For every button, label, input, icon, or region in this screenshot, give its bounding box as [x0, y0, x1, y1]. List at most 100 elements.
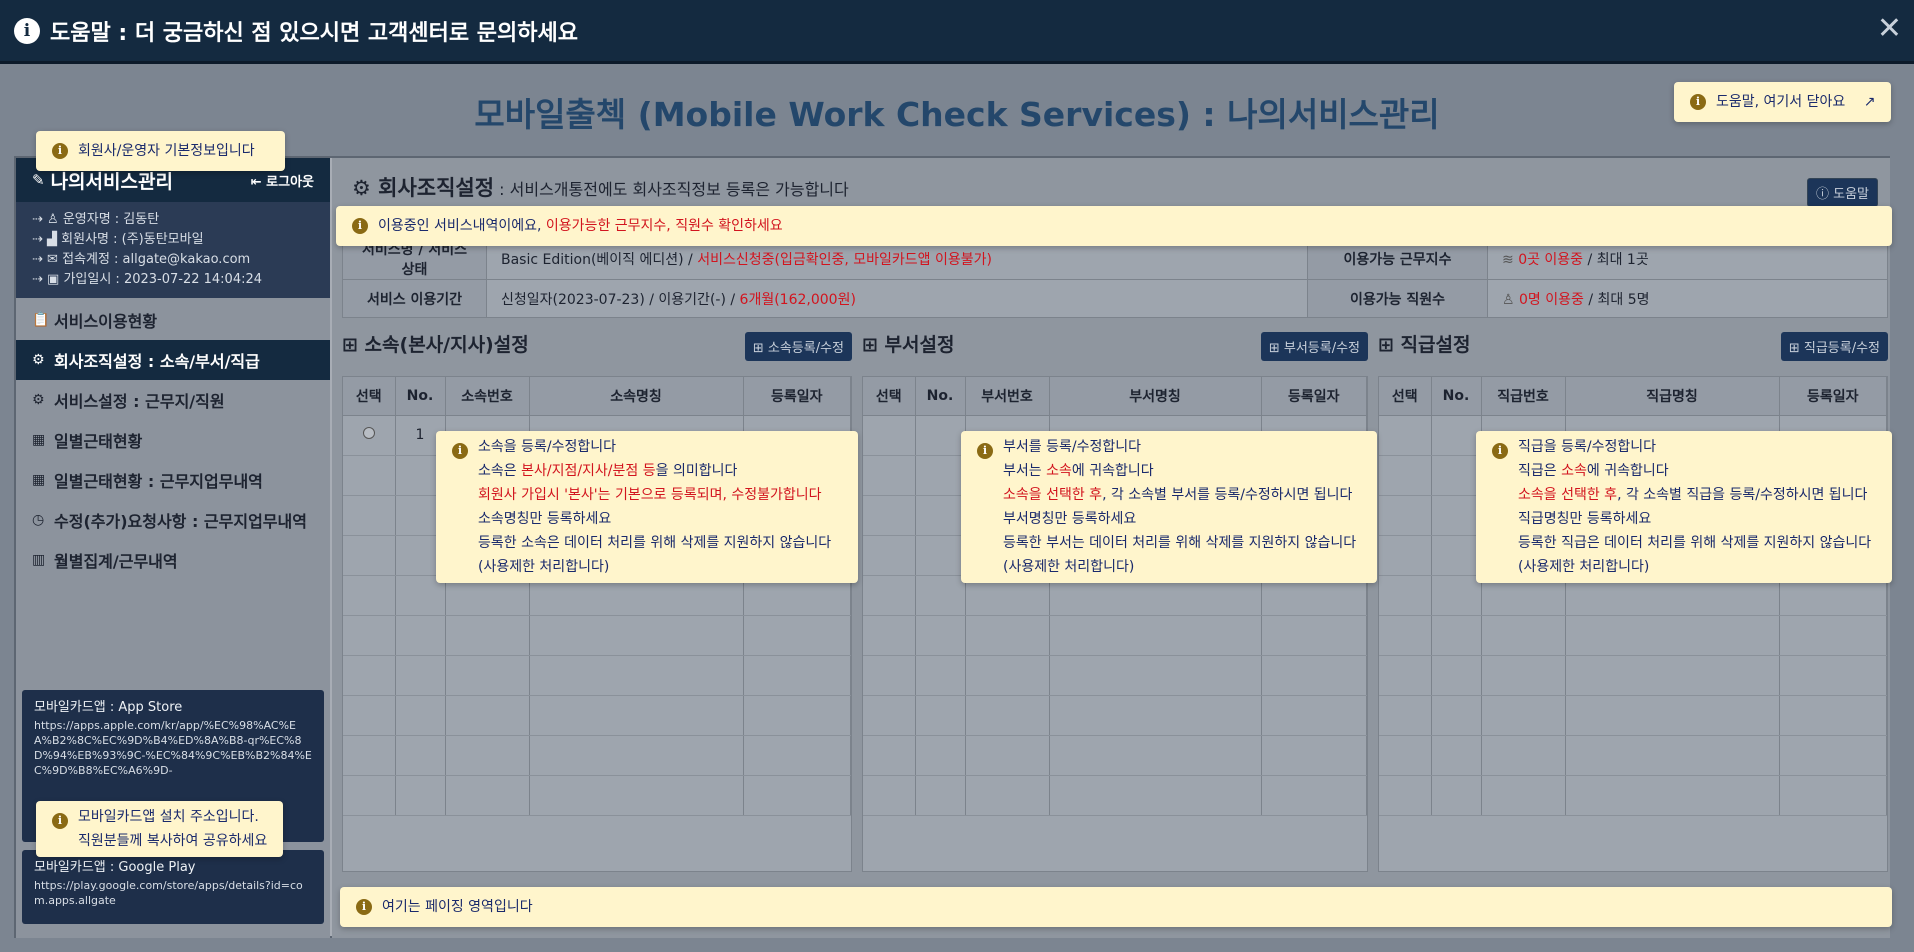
- affiliation-edit-button[interactable]: ⊞ 소속등록/수정: [744, 332, 852, 361]
- select-radio[interactable]: [362, 427, 375, 439]
- tip-text: 직급은: [1518, 463, 1562, 479]
- service-notice-tip: i 이용중인 서비스내역이에요, 이용가능한 근무지수, 직원수 확인하세요: [336, 206, 1892, 246]
- wifi-icon: ≋: [1502, 252, 1519, 268]
- logout-button[interactable]: ⇤ 로그아웃: [251, 171, 314, 190]
- tip-text: , 각 소속별 부서를 등록/수정하시면 됩니다: [1102, 487, 1353, 503]
- logout-label: 로그아웃: [266, 174, 314, 190]
- col-select[interactable]: 선택: [1379, 377, 1432, 416]
- position-tip: i 직급을 등록/수정합니다 직급은 소속에 귀속합니다 소속을 선택한 후, …: [1476, 431, 1892, 583]
- col-select[interactable]: 선택: [343, 377, 396, 416]
- googleplay-box[interactable]: 모바일카드앱 : Google Play https://play.google…: [22, 850, 324, 924]
- menu-org-settings[interactable]: ⚙ 회사조직설정 : 소속/부서/직급: [16, 340, 330, 380]
- tip-line: 등록한 소속은 데이터 처리를 위해 삭제를 지원하지 않습니다: [478, 535, 832, 551]
- company-name: ⇢ ▟ 회원사명 : (주)동탄모바일: [32, 230, 314, 250]
- tip-text: 을 의미합니다: [655, 463, 738, 479]
- col-number[interactable]: 부서번호: [965, 377, 1050, 416]
- menu-label: 서비스설정 : 근무지/직원: [54, 392, 225, 411]
- close-icon[interactable]: ✕: [1877, 14, 1902, 44]
- add-box-icon: ⊞: [862, 334, 885, 356]
- calendar-icon: ⇢ ▣: [32, 272, 64, 287]
- affiliation-title-text: 소속(본사/지사)설정: [364, 334, 529, 356]
- tip-text: , 각 소속별 직급을 등록/수정하시면 됩니다: [1617, 487, 1868, 503]
- staff-value: ♙ 0명 이용중 / 최대 5명: [1487, 279, 1888, 318]
- tip-text: 부서는: [1003, 463, 1047, 479]
- appstore-url[interactable]: https://apps.apple.com/kr/app/%EC%98%AC%…: [34, 718, 312, 778]
- menu-monthly-summary[interactable]: ▥ 월별집계/근무내역: [16, 540, 330, 580]
- row-select[interactable]: [343, 415, 396, 456]
- info-icon: i: [52, 143, 68, 159]
- external-link-icon: ↗: [1863, 94, 1876, 110]
- menu-label: 월별집계/근무내역: [54, 552, 178, 571]
- company-name-text: 회원사명 : (주)동탄모바일: [61, 232, 204, 247]
- clipboard-icon: 📋: [32, 312, 50, 328]
- menu-change-requests[interactable]: ◷ 수정(추가)요청사항 : 근무지업무내역: [16, 500, 330, 540]
- service-summary-table: 서비스명 / 서비스상태 Basic Edition(베이직 에디션) / 서비…: [342, 238, 1888, 318]
- tip-highlight: 소속: [1046, 463, 1072, 479]
- col-name[interactable]: 직급명칭: [1565, 377, 1780, 416]
- period-text: 신청일자(2023-07-23) / 이용기간(-) /: [501, 291, 740, 308]
- info-icon: i: [356, 899, 372, 915]
- close-help-label: 도움말, 여기서 닫아요: [1716, 94, 1846, 110]
- googleplay-title: 모바일카드앱 : Google Play: [34, 860, 196, 875]
- mail-icon: ⇢ ✉: [32, 252, 63, 267]
- department-edit-button[interactable]: ⊞ 부서등록/수정: [1260, 332, 1368, 361]
- button-label: 소속등록/수정: [767, 341, 844, 356]
- affiliation-title: ⊞ 소속(본사/지사)설정: [342, 330, 529, 357]
- col-no[interactable]: No.: [1431, 377, 1482, 416]
- menu-label: 일별근태현황 : 근무지업무내역: [54, 472, 263, 491]
- close-help-tip[interactable]: i 도움말, 여기서 닫아요 ↗: [1674, 82, 1892, 122]
- add-box-icon: ⊞: [1378, 334, 1401, 356]
- menu-service-settings[interactable]: ⚙ 서비스설정 : 근무지/직원: [16, 380, 330, 420]
- period-months: 6개월(162,000원): [739, 291, 856, 308]
- add-icon: ⊞: [752, 341, 768, 356]
- menu-service-usage[interactable]: 📋 서비스이용현황: [16, 300, 330, 340]
- col-date[interactable]: 등록일자: [1261, 377, 1367, 416]
- button-label: 직급등록/수정: [1803, 341, 1880, 356]
- col-date[interactable]: 등록일자: [1779, 377, 1887, 416]
- info-icon: i: [977, 443, 993, 459]
- add-icon: ⊞: [1788, 341, 1804, 356]
- button-label: 부서등록/수정: [1283, 341, 1360, 356]
- col-number[interactable]: 소속번호: [445, 377, 530, 416]
- col-name[interactable]: 소속명칭: [529, 377, 744, 416]
- info-icon: i: [452, 443, 468, 459]
- menu-daily-attendance[interactable]: ▦ 일별근태현황: [16, 420, 330, 460]
- col-select[interactable]: 선택: [863, 377, 916, 416]
- member-info-text: 회원사/운영자 기본정보입니다: [78, 143, 255, 159]
- tip-line: 회원사 가입시 '본사'는 기본으로 등록되며, 수정불가합니다: [478, 487, 822, 503]
- menu-daily-attendance-work[interactable]: ▦ 일별근태현황 : 근무지업무내역: [16, 460, 330, 500]
- tip-text: 에 귀속합니다: [1071, 463, 1154, 479]
- tip-highlight: 소속: [1561, 463, 1587, 479]
- tip-line: 등록한 직급은 데이터 처리를 위해 삭제를 지원하지 않습니다: [1518, 535, 1872, 551]
- tip-line: 등록한 부서는 데이터 처리를 위해 삭제를 지원하지 않습니다: [1003, 535, 1357, 551]
- affiliation-tip: i 소속을 등록/수정합니다 소속은 본사/지점/지사/분점 등을 의미합니다 …: [436, 431, 858, 583]
- help-banner: i 도움말 : 더 궁금하신 점 있으시면 고객센터로 문의하세요 ✕: [0, 0, 1914, 64]
- info-icon: i: [52, 813, 68, 829]
- operator-name-text: 운영자명 : 김동탄: [62, 212, 160, 227]
- tip-highlight: 소속을 선택한 후: [1518, 487, 1618, 503]
- col-name[interactable]: 부서명칭: [1049, 377, 1262, 416]
- edit-icon: ✎: [32, 171, 45, 189]
- sites-max: / 최대 1곳: [1583, 252, 1649, 268]
- col-no[interactable]: No.: [915, 377, 966, 416]
- paging-tip: i 여기는 페이징 영역입니다: [340, 887, 1892, 927]
- account-email-text: 접속계정 : allgate@kakao.com: [62, 252, 251, 267]
- account-info: ⇢ ♙ 운영자명 : 김동탄 ⇢ ▟ 회원사명 : (주)동탄모바일 ⇢ ✉ 접…: [16, 202, 330, 298]
- tip-line: 직급을 등록/수정합니다: [1518, 439, 1656, 455]
- info-icon: i: [352, 218, 368, 234]
- info-icon: i: [1690, 94, 1706, 110]
- position-edit-button[interactable]: ⊞ 직급등록/수정: [1780, 332, 1888, 361]
- staff-used: 0명 이용중: [1519, 291, 1584, 308]
- menu-label: 수정(추가)요청사항 : 근무지업무내역: [54, 512, 307, 531]
- sidebar-menu: 📋 서비스이용현황 ⚙ 회사조직설정 : 소속/부서/직급 ⚙ 서비스설정 : 근무지…: [16, 300, 330, 580]
- tip-line: 직원분들께 복사하여 공유하세요: [78, 833, 268, 849]
- col-number[interactable]: 직급번호: [1481, 377, 1566, 416]
- info-icon: i: [14, 17, 40, 44]
- col-no[interactable]: No.: [395, 377, 446, 416]
- googleplay-url[interactable]: https://play.google.com/store/apps/detai…: [34, 878, 312, 908]
- add-box-icon: ⊞: [342, 334, 365, 356]
- tip-line: 직급명칭만 등록하세요: [1518, 511, 1652, 527]
- help-button[interactable]: ⓘ 도움말: [1806, 178, 1878, 207]
- gear-icon: ⚙: [352, 176, 379, 200]
- col-date[interactable]: 등록일자: [743, 377, 851, 416]
